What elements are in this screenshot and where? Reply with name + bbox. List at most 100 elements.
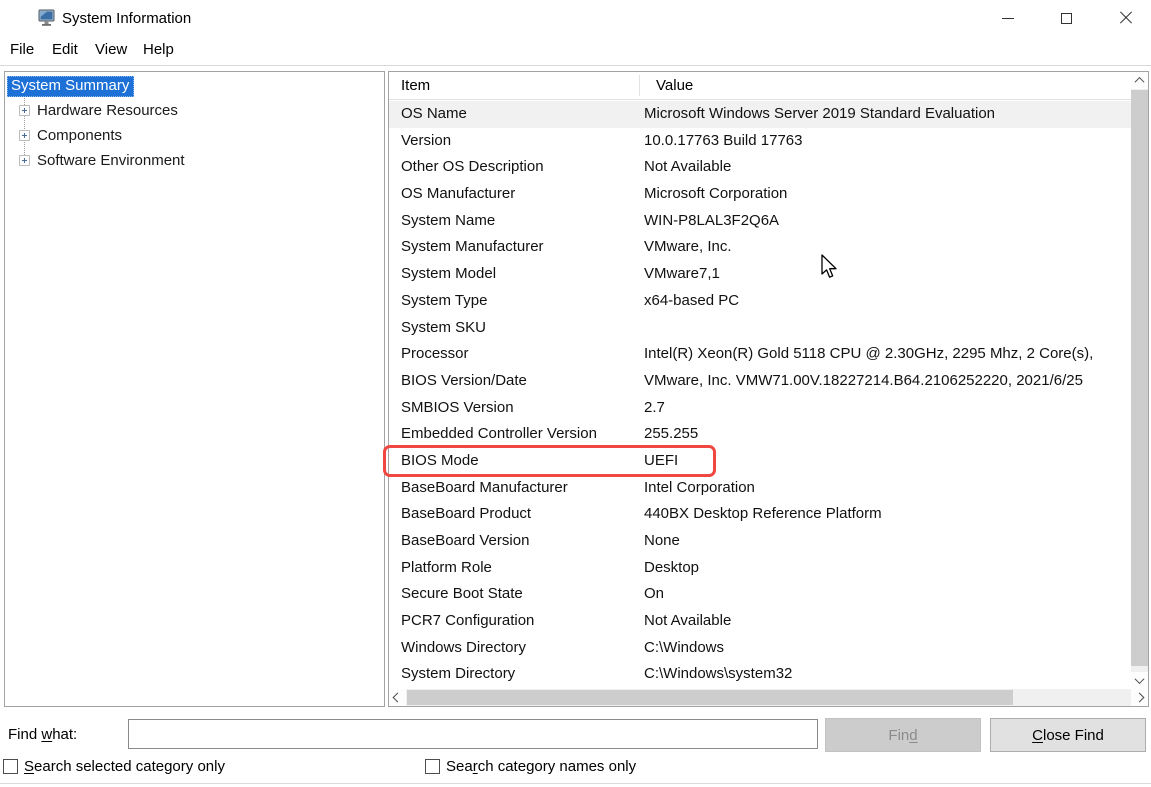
minimize-icon [1002, 18, 1014, 19]
window-bottom-edge [0, 783, 1151, 784]
tree-item-label: Components [37, 127, 122, 144]
close-button[interactable] [1103, 0, 1148, 36]
table-row[interactable]: System Model VMware7,1 [389, 261, 1131, 288]
value-cell: x64-based PC [644, 288, 1131, 315]
item-cell: System Manufacturer [389, 234, 644, 261]
maximize-icon [1061, 13, 1072, 24]
value-cell: None [644, 528, 1131, 555]
close-icon [1119, 11, 1133, 25]
tree-item-hardware-resources[interactable]: Hardware Resources [19, 101, 178, 119]
button-text: lose Find [1043, 727, 1104, 744]
close-find-button[interactable]: Close Find [990, 718, 1146, 752]
item-cell: BaseBoard Product [389, 501, 644, 528]
vertical-scrollbar[interactable] [1131, 72, 1148, 689]
table-row[interactable]: OS Name Microsoft Windows Server 2019 St… [389, 101, 1131, 128]
expand-plus-icon[interactable] [19, 130, 30, 141]
tree-item-software-environment[interactable]: Software Environment [19, 151, 185, 169]
item-cell: Other OS Description [389, 154, 644, 181]
category-tree-panel: System Summary Hardware Resources Compon… [4, 71, 385, 707]
table-row[interactable]: System Type x64-based PC [389, 288, 1131, 315]
search-selected-category-checkbox[interactable] [3, 759, 18, 774]
value-cell: 2.7 [644, 395, 1131, 422]
table-row[interactable]: SMBIOS Version 2.7 [389, 395, 1131, 422]
value-cell: C:\Windows [644, 635, 1131, 662]
menu-file[interactable]: File [10, 41, 34, 58]
item-cell: Version [389, 128, 644, 155]
scroll-right-button[interactable] [1131, 689, 1148, 706]
table-row[interactable]: Platform Role Desktop [389, 555, 1131, 582]
column-divider[interactable] [639, 75, 640, 96]
table-row[interactable]: System Manufacturer VMware, Inc. [389, 234, 1131, 261]
item-cell: System Model [389, 261, 644, 288]
expand-plus-icon[interactable] [19, 105, 30, 116]
table-rows: OS Name Microsoft Windows Server 2019 St… [389, 101, 1131, 689]
table-row[interactable]: System Directory C:\Windows\system32 [389, 661, 1131, 688]
table-header: Item Value [389, 72, 1148, 100]
search-category-names-label: Search category names only [446, 758, 636, 775]
table-row[interactable]: System Name WIN-P8LAL3F2Q6A [389, 208, 1131, 235]
table-row[interactable]: Processor Intel(R) Xeon(R) Gold 5118 CPU… [389, 341, 1131, 368]
menu-edit[interactable]: Edit [52, 41, 78, 58]
vertical-scrollbar-thumb[interactable] [1131, 90, 1148, 666]
table-row[interactable]: OS Manufacturer Microsoft Corporation [389, 181, 1131, 208]
label-mnemonic: w [41, 726, 52, 743]
find-button[interactable]: Find [825, 718, 981, 752]
find-what-label: Find what: [8, 726, 77, 743]
table-row[interactable]: BaseBoard Version None [389, 528, 1131, 555]
value-cell: 440BX Desktop Reference Platform [644, 501, 1131, 528]
item-cell: BaseBoard Version [389, 528, 644, 555]
value-cell: Desktop [644, 555, 1131, 582]
system-information-window: System Information File Edit View Help S… [0, 0, 1151, 787]
chevron-down-icon [1135, 674, 1145, 684]
table-row[interactable]: BIOS Mode UEFI [389, 448, 1131, 475]
label-text: hat: [52, 726, 77, 743]
table-row[interactable]: BaseBoard Product 440BX Desktop Referenc… [389, 501, 1131, 528]
item-cell: Windows Directory [389, 635, 644, 662]
value-cell: Not Available [644, 154, 1131, 181]
minimize-button[interactable] [985, 0, 1030, 36]
item-cell: SMBIOS Version [389, 395, 644, 422]
find-what-input[interactable] [128, 719, 818, 749]
table-row[interactable]: PCR7 Configuration Not Available [389, 608, 1131, 635]
table-row[interactable]: Version 10.0.17763 Build 17763 [389, 128, 1131, 155]
value-cell: VMware, Inc. VMW71.00V.18227214.B64.2106… [644, 368, 1131, 395]
maximize-button[interactable] [1044, 0, 1089, 36]
scroll-left-button[interactable] [389, 689, 406, 706]
chevron-right-icon [1135, 693, 1145, 703]
horizontal-scrollbar[interactable] [389, 689, 1148, 706]
item-cell: BIOS Version/Date [389, 368, 644, 395]
scroll-down-button[interactable] [1131, 672, 1148, 689]
item-cell: System Name [389, 208, 644, 235]
menu-help[interactable]: Help [143, 41, 174, 58]
item-cell: BaseBoard Manufacturer [389, 475, 644, 502]
table-row[interactable]: Secure Boot State On [389, 581, 1131, 608]
item-cell: Embedded Controller Version [389, 421, 644, 448]
value-cell: UEFI [644, 448, 1131, 475]
table-row[interactable]: System SKU [389, 315, 1131, 342]
label-text: ch category names only [478, 758, 636, 775]
title-bar[interactable]: System Information [0, 0, 1151, 36]
table-row[interactable]: Embedded Controller Version 255.255 [389, 421, 1131, 448]
table-row[interactable]: Windows Directory C:\Windows [389, 635, 1131, 662]
tree-item-components[interactable]: Components [19, 126, 122, 144]
item-cell: PCR7 Configuration [389, 608, 644, 635]
value-cell: 10.0.17763 Build 17763 [644, 128, 1131, 155]
menu-view[interactable]: View [95, 41, 127, 58]
table-row[interactable]: Other OS Description Not Available [389, 154, 1131, 181]
tree-item-system-summary[interactable]: System Summary [7, 76, 134, 97]
item-cell: Platform Role [389, 555, 644, 582]
column-header-value[interactable]: Value [656, 77, 693, 94]
table-row[interactable]: BaseBoard Manufacturer Intel Corporation [389, 475, 1131, 502]
value-cell: 255.255 [644, 421, 1131, 448]
column-header-item[interactable]: Item [401, 77, 430, 94]
item-cell: System SKU [389, 315, 644, 342]
horizontal-scrollbar-thumb[interactable] [407, 690, 1013, 705]
search-category-names-checkbox[interactable] [425, 759, 440, 774]
expand-plus-icon[interactable] [19, 155, 30, 166]
label-mnemonic: S [24, 758, 34, 775]
value-cell [644, 315, 1131, 342]
scroll-up-button[interactable] [1131, 72, 1148, 89]
table-row[interactable]: BIOS Version/Date VMware, Inc. VMW71.00V… [389, 368, 1131, 395]
label-text: earch selected category only [34, 758, 225, 775]
window-title: System Information [62, 10, 191, 27]
